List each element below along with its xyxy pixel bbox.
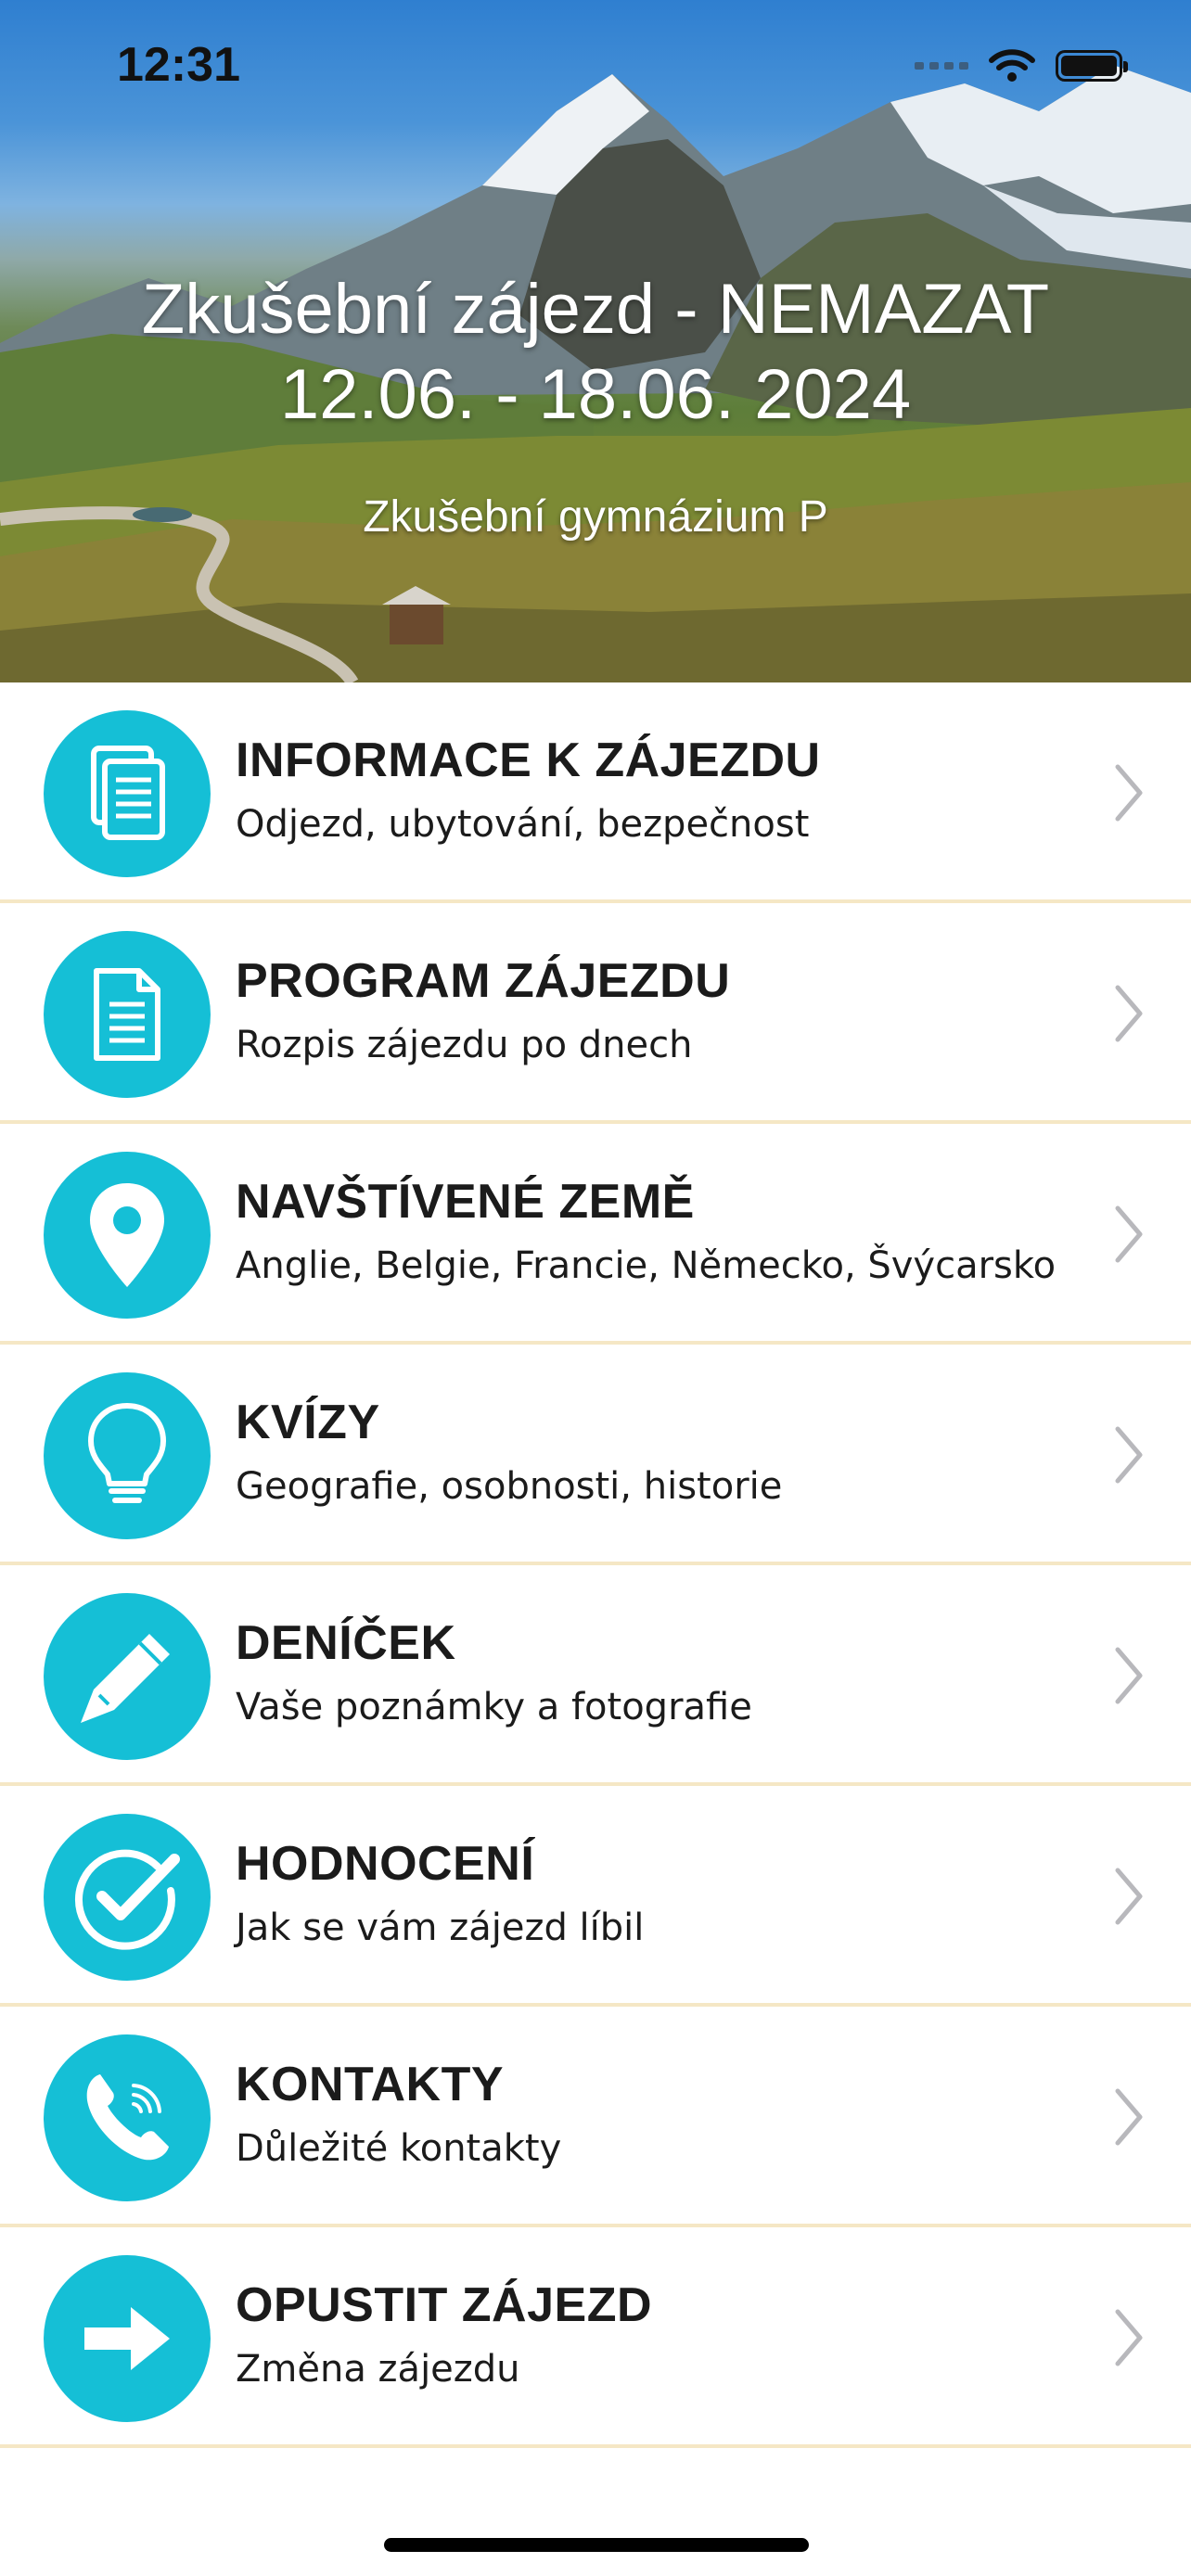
menu-item-quizzes[interactable]: KVÍZY Geografie, osobnosti, historie bbox=[0, 1345, 1191, 1565]
menu-item-title: KVÍZY bbox=[236, 1396, 380, 1449]
menu-item-subtitle: Geografie, osobnosti, historie bbox=[236, 1465, 783, 1508]
menu-item-title: NAVŠTÍVENÉ ZEMĚ bbox=[236, 1175, 695, 1229]
checkmark-icon bbox=[44, 1814, 211, 1981]
menu-item-subtitle: Jak se vám zájezd líbil bbox=[236, 1906, 645, 1949]
trip-title: Zkušební zájezd - NEMAZAT 12.06. - 18.06… bbox=[0, 267, 1191, 438]
chevron-right-icon bbox=[1115, 2309, 1143, 2366]
menu-item-subtitle: Anglie, Belgie, Francie, Německo, Švýcar… bbox=[236, 1244, 1057, 1287]
menu-item-diary[interactable]: DENÍČEK Vaše poznámky a fotografie bbox=[0, 1565, 1191, 1786]
menu-item-rating[interactable]: HODNOCENÍ Jak se vám zájezd líbil bbox=[0, 1786, 1191, 2007]
trip-dates: 12.06. - 18.06. 2024 bbox=[279, 355, 912, 434]
menu-item-contacts[interactable]: KONTAKTY Důležité kontakty bbox=[0, 2007, 1191, 2227]
school-name: Zkušební gymnázium P bbox=[363, 492, 828, 542]
status-time: 12:31 bbox=[117, 38, 240, 92]
menu-item-title: KONTAKTY bbox=[236, 2058, 505, 2111]
battery-icon bbox=[1056, 50, 1128, 82]
chevron-right-icon bbox=[1115, 2088, 1143, 2146]
pencil-icon bbox=[44, 1593, 211, 1760]
document-icon bbox=[44, 931, 211, 1098]
menu-item-title: OPUSTIT ZÁJEZD bbox=[236, 2278, 653, 2332]
trip-name: Zkušební zájezd - NEMAZAT bbox=[141, 270, 1050, 349]
wifi-icon bbox=[989, 49, 1035, 82]
menu-item-title: DENÍČEK bbox=[236, 1616, 456, 1670]
status-bar: 12:31 bbox=[0, 0, 1191, 130]
menu-item-title: INFORMACE K ZÁJEZDU bbox=[236, 733, 821, 787]
menu-item-title: PROGRAM ZÁJEZDU bbox=[236, 954, 731, 1008]
chevron-right-icon bbox=[1115, 1647, 1143, 1704]
menu-item-leave-trip[interactable]: OPUSTIT ZÁJEZD Změna zájezdu bbox=[0, 2227, 1191, 2448]
chevron-right-icon bbox=[1115, 764, 1143, 822]
menu-item-subtitle: Odjezd, ubytování, bezpečnost bbox=[236, 803, 810, 846]
menu-item-subtitle: Vaše poznámky a fotografie bbox=[236, 1686, 752, 1728]
menu-item-subtitle: Rozpis zájezdu po dnech bbox=[236, 1024, 693, 1066]
menu-item-subtitle: Změna zájezdu bbox=[236, 2348, 520, 2391]
home-indicator[interactable] bbox=[384, 2538, 809, 2552]
chevron-right-icon bbox=[1115, 1426, 1143, 1484]
chevron-right-icon bbox=[1115, 1868, 1143, 1925]
menu-item-subtitle: Důležité kontakty bbox=[236, 2127, 562, 2170]
documents-icon bbox=[44, 710, 211, 877]
menu-item-title: HODNOCENÍ bbox=[236, 1837, 535, 1891]
main-menu: INFORMACE K ZÁJEZDU Odjezd, ubytování, b… bbox=[0, 682, 1191, 2448]
map-pin-icon bbox=[44, 1152, 211, 1319]
menu-item-trip-program[interactable]: PROGRAM ZÁJEZDU Rozpis zájezdu po dnech bbox=[0, 903, 1191, 1124]
header-banner: 12:31 Zkušební zájezd - NEMAZAT 12.06. -… bbox=[0, 0, 1191, 682]
menu-item-trip-info[interactable]: INFORMACE K ZÁJEZDU Odjezd, ubytování, b… bbox=[0, 682, 1191, 903]
status-icons bbox=[915, 48, 1128, 83]
cellular-signal-icon bbox=[915, 62, 968, 70]
arrow-right-icon bbox=[44, 2255, 211, 2422]
chevron-right-icon bbox=[1115, 985, 1143, 1042]
lightbulb-icon bbox=[44, 1372, 211, 1539]
chevron-right-icon bbox=[1115, 1205, 1143, 1263]
phone-icon bbox=[44, 2034, 211, 2201]
menu-item-visited-countries[interactable]: NAVŠTÍVENÉ ZEMĚ Anglie, Belgie, Francie,… bbox=[0, 1124, 1191, 1345]
